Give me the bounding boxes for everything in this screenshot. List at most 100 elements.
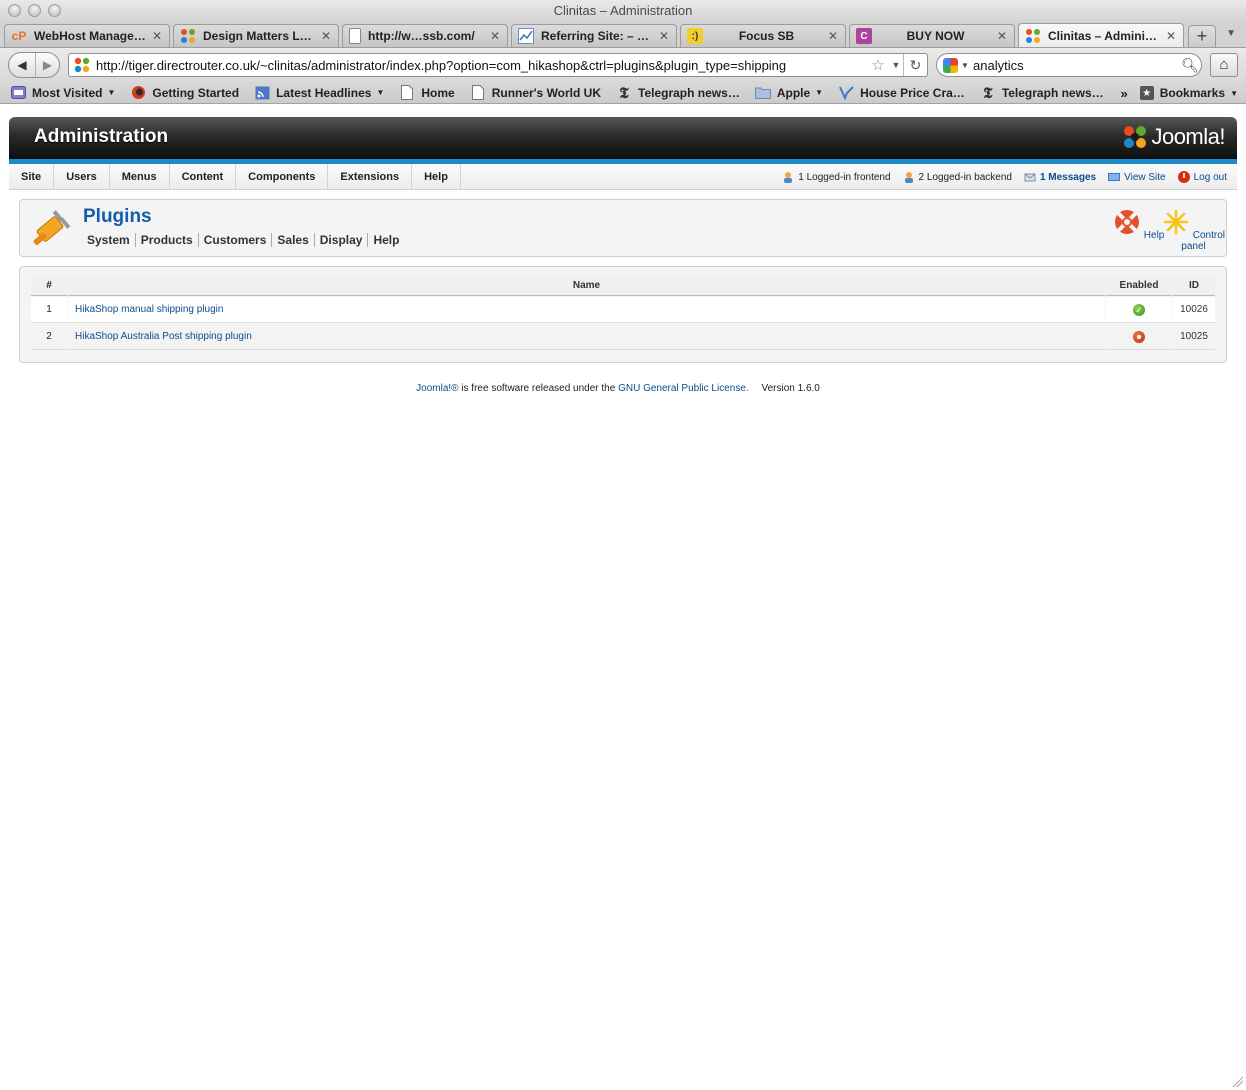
column-name[interactable]: Name <box>68 276 1105 296</box>
power-icon <box>1177 171 1190 183</box>
close-tab-icon[interactable]: ✕ <box>151 29 163 43</box>
tab-label[interactable]: Design Matters L… <box>203 29 316 43</box>
tab-label[interactable]: Focus SB <box>710 29 823 43</box>
tab-label[interactable]: http://w…ssb.com/ <box>368 29 485 43</box>
search-icon[interactable]: 🔍︎ <box>1179 57 1201 74</box>
submenu-item-sales[interactable]: Sales <box>277 233 315 247</box>
close-tab-icon[interactable]: ✕ <box>827 29 839 43</box>
browser-tab[interactable]: :) Focus SB ✕ <box>680 24 846 47</box>
c-icon: C <box>856 28 872 44</box>
tab-list-dropdown-icon[interactable]: ▼ <box>1226 28 1236 39</box>
menu-item-site[interactable]: Site <box>9 163 55 190</box>
search-input[interactable]: analytics <box>969 58 1179 73</box>
new-tab-button[interactable]: + <box>1188 25 1216 47</box>
tab-label[interactable]: WebHost Manage… <box>34 29 147 43</box>
column-enabled[interactable]: Enabled <box>1106 276 1172 296</box>
reload-icon[interactable]: ↻ <box>903 54 927 76</box>
joomla-logo-text: Joomla! <box>1151 124 1225 149</box>
chevron-down-icon: ▼ <box>1230 88 1238 98</box>
menu-item-extensions[interactable]: Extensions <box>328 163 413 190</box>
browser-tab[interactable]: Design Matters L… ✕ <box>173 24 339 47</box>
bookmark-item[interactable]: Apple ▼ <box>754 85 823 100</box>
lifebuoy-icon <box>1115 210 1139 234</box>
admin-header: Administration Joomla! <box>9 117 1237 164</box>
browser-tab[interactable]: Clinitas – Admini… ✕ <box>1018 23 1184 47</box>
forward-button[interactable]: ▶ <box>35 53 59 77</box>
back-button[interactable]: ◀ <box>9 53 35 77</box>
joomla-link[interactable]: Joomla!® <box>416 383 458 394</box>
submenu-item-products[interactable]: Products <box>141 233 199 247</box>
plugin-name-link[interactable]: HikaShop manual shipping plugin <box>68 297 1105 323</box>
bookmarks-menu[interactable]: ★ Bookmarks ▼ <box>1139 86 1238 100</box>
close-tab-icon[interactable]: ✕ <box>658 29 670 43</box>
submenu-item-customers[interactable]: Customers <box>204 233 273 247</box>
window-titlebar: Clinitas – Administration <box>0 0 1246 22</box>
browser-tab[interactable]: cP WebHost Manage… ✕ <box>4 24 170 47</box>
home-button[interactable]: ⌂ <box>1210 53 1238 77</box>
view-site-link[interactable]: View Site <box>1108 171 1166 183</box>
url-text[interactable]: http://tiger.directrouter.co.uk/~clinita… <box>96 58 867 73</box>
bookmarks-icon: ★ <box>1139 86 1154 100</box>
submenu: System Products Customers Sales Display Help <box>87 233 409 247</box>
bookmark-label: Telegraph news… <box>638 85 740 100</box>
window-title: Clinitas – Administration <box>553 3 693 18</box>
logout-link[interactable]: Log out <box>1177 171 1227 183</box>
analytics-icon <box>518 28 534 44</box>
bookmark-star-icon[interactable]: ☆ <box>867 56 889 74</box>
bookmark-item[interactable]: Latest Headlines ▼ <box>254 85 384 100</box>
close-tab-icon[interactable]: ✕ <box>1165 29 1177 43</box>
disabled-icon[interactable] <box>1133 330 1145 343</box>
control-panel-button[interactable]: Control panel <box>1161 208 1226 252</box>
monitor-icon <box>1108 173 1121 181</box>
search-engine-selector[interactable]: ▼ <box>943 57 969 73</box>
search-bar[interactable]: ▼ analytics 🔍︎ <box>936 53 1202 77</box>
close-tab-icon[interactable]: ✕ <box>320 29 332 43</box>
page-icon <box>470 85 486 100</box>
plugins-table: # Name Enabled ID 1 HikaShop manual shipp… <box>30 275 1216 351</box>
bookmark-label: Getting Started <box>152 85 240 100</box>
zoom-window-button[interactable] <box>48 4 61 17</box>
bookmark-item[interactable]: 𝕿 Telegraph news… <box>616 84 740 102</box>
bookmark-item[interactable]: House Price Cra… <box>838 85 965 100</box>
row-number: 1 <box>31 297 67 323</box>
menu-item-content[interactable]: Content <box>170 163 237 190</box>
enabled-cell <box>1106 324 1172 350</box>
table-row: 2 HikaShop Australia Post shipping plugin… <box>31 324 1215 350</box>
submenu-item-help[interactable]: Help <box>373 233 404 247</box>
menu-item-menus[interactable]: Menus <box>110 163 170 190</box>
bookmark-item[interactable]: 𝕿 Telegraph news… <box>980 84 1103 102</box>
address-bar[interactable]: http://tiger.directrouter.co.uk/~clinita… <box>68 53 928 77</box>
minimize-window-button[interactable] <box>28 4 41 17</box>
history-dropdown-icon[interactable]: ▼ <box>889 60 903 70</box>
site-favicon <box>74 57 90 73</box>
tab-label[interactable]: Referring Site: – … <box>541 29 654 43</box>
close-tab-icon[interactable]: ✕ <box>489 29 501 43</box>
browser-tab[interactable]: http://w…ssb.com/ ✕ <box>342 24 508 47</box>
menu-item-components[interactable]: Components <box>236 163 329 190</box>
tab-label[interactable]: Clinitas – Admini… <box>1048 29 1161 43</box>
enabled-check-icon[interactable]: ✓ <box>1133 303 1145 316</box>
bookmark-item[interactable]: Home <box>399 85 455 100</box>
joomla-logo-icon <box>1124 126 1147 148</box>
messages-link[interactable]: 1 Messages <box>1024 171 1096 183</box>
bookmark-item[interactable]: Runner's World UK <box>470 85 601 100</box>
browser-tab[interactable]: Referring Site: – … ✕ <box>511 24 677 47</box>
rss-icon <box>254 85 270 100</box>
close-window-button[interactable] <box>8 4 21 17</box>
submenu-item-display[interactable]: Display <box>320 233 369 247</box>
bookmark-item[interactable]: Getting Started <box>130 85 239 100</box>
column-id[interactable]: ID <box>1173 276 1215 296</box>
most-visited-icon <box>10 85 26 100</box>
plugin-name-link[interactable]: HikaShop Australia Post shipping plugin <box>68 324 1105 350</box>
browser-tab[interactable]: C BUY NOW ✕ <box>849 24 1015 47</box>
help-button[interactable]: Help <box>1113 208 1164 241</box>
close-tab-icon[interactable]: ✕ <box>996 29 1008 43</box>
resize-grip-icon[interactable] <box>1231 1075 1243 1087</box>
menu-item-help[interactable]: Help <box>412 163 461 190</box>
submenu-item-system[interactable]: System <box>87 233 136 247</box>
tab-label[interactable]: BUY NOW <box>879 29 992 43</box>
bookmark-item[interactable]: Most Visited ▼ <box>10 85 115 100</box>
menu-item-users[interactable]: Users <box>54 163 110 190</box>
bookmarks-overflow-icon[interactable]: » <box>1120 86 1127 101</box>
license-link[interactable]: GNU General Public License. <box>618 383 749 394</box>
